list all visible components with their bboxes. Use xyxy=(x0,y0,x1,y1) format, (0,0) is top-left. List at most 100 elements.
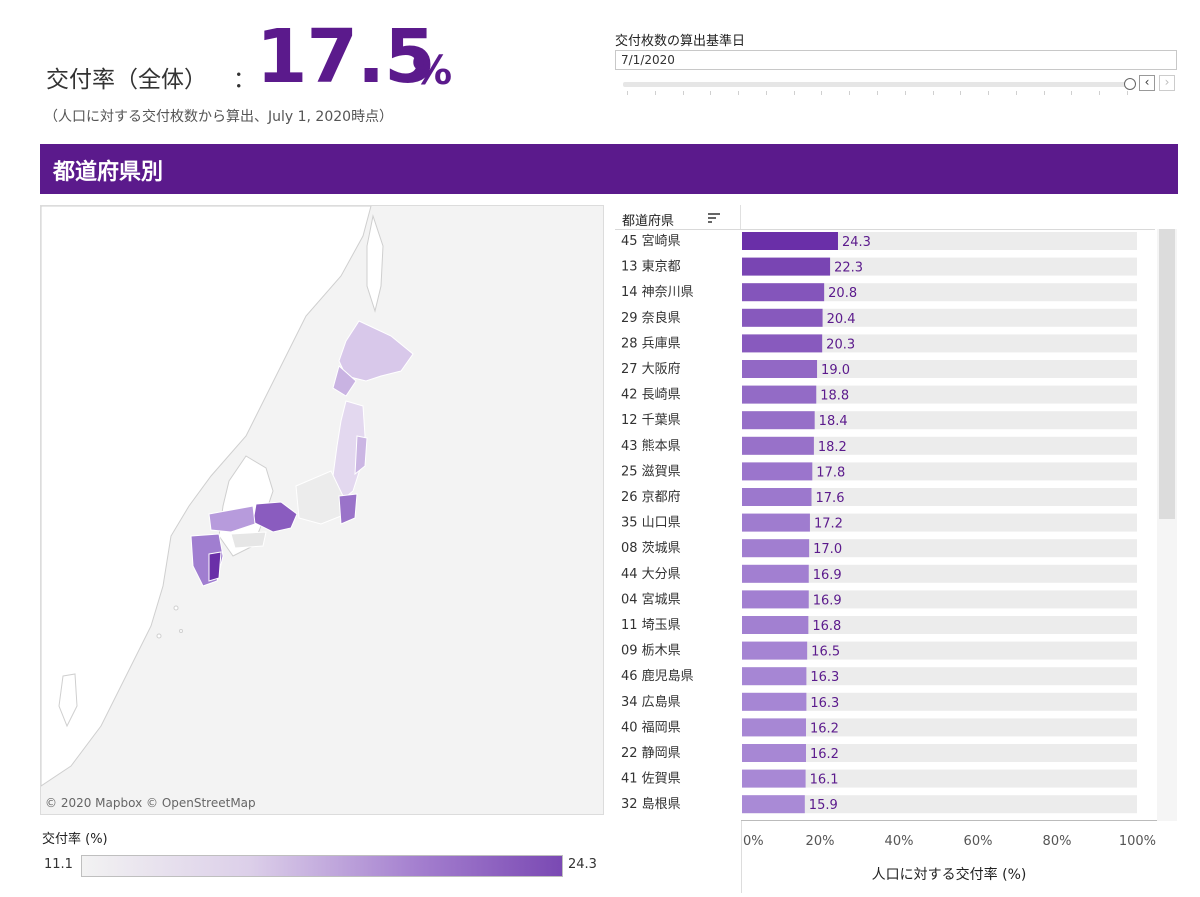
sakhalin xyxy=(366,214,384,313)
slider-tick xyxy=(627,91,628,95)
slider-tick xyxy=(1071,91,1073,95)
chevron-right-icon: › xyxy=(1164,75,1170,89)
category-label: 42 長崎県 xyxy=(621,388,681,403)
miyazaki xyxy=(208,551,222,582)
legend-title: 交付率 (%) xyxy=(42,832,108,847)
value-label: 20.8 xyxy=(828,286,857,301)
kpi-colon: ： xyxy=(233,67,256,93)
slider-tick xyxy=(1127,91,1128,95)
bar xyxy=(742,360,818,378)
value-label: 16.9 xyxy=(813,568,842,583)
category-label: 28 兵庫県 xyxy=(621,336,681,351)
bar xyxy=(742,641,808,660)
shikoku xyxy=(230,531,267,549)
value-label: 16.5 xyxy=(811,645,840,660)
map-attribution[interactable]: © 2020 Mapbox © OpenStreetMap xyxy=(45,796,256,810)
category-label: 35 山口県 xyxy=(621,516,681,531)
bar xyxy=(742,795,805,814)
value-label: 16.2 xyxy=(810,747,839,762)
value-label: 17.0 xyxy=(813,542,842,557)
slider-tick xyxy=(765,91,767,95)
island xyxy=(179,629,183,633)
header-divider xyxy=(740,205,741,229)
bar xyxy=(742,667,807,686)
bar xyxy=(742,718,806,737)
prev-date-button[interactable]: ‹ xyxy=(1139,75,1155,91)
kanto xyxy=(338,493,358,525)
x-tick-label: 40% xyxy=(885,834,914,849)
slider-tick xyxy=(738,91,740,95)
bar xyxy=(742,462,813,481)
section-banner xyxy=(40,144,1178,194)
bar xyxy=(742,692,807,711)
category-label: 40 福岡県 xyxy=(621,720,681,735)
slider-tick xyxy=(1099,91,1101,95)
value-label: 16.9 xyxy=(813,593,842,608)
bar xyxy=(742,411,815,430)
bar xyxy=(742,257,831,276)
slider-tick xyxy=(877,91,878,95)
category-label: 29 奈良県 xyxy=(621,310,681,326)
slider-tick xyxy=(849,91,851,95)
island xyxy=(173,605,179,611)
category-label: 22 静岡県 xyxy=(621,746,681,761)
bar xyxy=(742,488,812,506)
x-axis-ticks: 0% 20% 40% 60% 80% 100% xyxy=(743,834,1156,849)
bar xyxy=(742,436,814,455)
legend-min: 11.1 xyxy=(44,857,73,872)
choropleth-map[interactable] xyxy=(40,205,604,815)
slider-tick xyxy=(1015,91,1017,95)
x-axis-line xyxy=(741,820,1157,821)
hokkaido xyxy=(338,320,414,382)
category-label: 43 熊本県 xyxy=(621,438,681,454)
category-label: 11 埼玉県 xyxy=(621,618,681,633)
kpi-unit: % xyxy=(412,48,453,94)
category-label: 46 鹿児島県 xyxy=(621,668,694,684)
category-label: 34 広島県 xyxy=(621,695,681,710)
value-label: 16.1 xyxy=(810,773,839,788)
legend-gradient xyxy=(81,855,563,877)
bar xyxy=(742,334,823,353)
x-tick-label: 100% xyxy=(1119,834,1156,849)
value-label: 20.4 xyxy=(827,312,856,327)
chevron-left-icon: ‹ xyxy=(1144,75,1150,89)
kpi-label: 交付率（全体） xyxy=(46,67,207,93)
chart-header-prefecture: 都道府県 xyxy=(622,214,675,229)
value-label: 19.0 xyxy=(821,363,850,378)
bar xyxy=(742,232,838,250)
x-tick-label: 0% xyxy=(743,834,764,849)
value-label: 15.9 xyxy=(809,798,838,813)
slider-tick xyxy=(654,91,656,95)
x-tick-label: 80% xyxy=(1043,834,1072,849)
category-label: 25 滋賀県 xyxy=(621,464,681,479)
slider-tick xyxy=(988,91,990,95)
category-label: 27 大阪府 xyxy=(621,362,681,377)
bar-chart: 45 宮崎県 24.3 13 東京都 22.3 14 神奈川県 20.8 29 奈良県 20.… xyxy=(621,232,1137,814)
x-tick-label: 60% xyxy=(964,834,993,849)
date-slider-thumb[interactable] xyxy=(1124,78,1136,90)
date-slider-track[interactable] xyxy=(623,82,1131,87)
kpi-subtitle: （人口に対する交付枚数から算出、July 1, 2020時点） xyxy=(44,109,394,125)
value-label: 17.6 xyxy=(816,491,845,506)
slider-tick xyxy=(682,91,684,95)
next-date-button[interactable]: › xyxy=(1159,75,1175,91)
bar xyxy=(742,539,810,558)
kpi-value: 17.5 xyxy=(256,14,436,100)
category-label: 04 宮城県 xyxy=(621,591,681,607)
value-label: 17.2 xyxy=(814,517,843,532)
chart-scroll-thumb[interactable] xyxy=(1159,229,1175,519)
map-svg xyxy=(41,206,414,787)
value-label: 18.4 xyxy=(819,414,848,429)
value-label: 24.3 xyxy=(842,235,871,250)
tohoku-east xyxy=(354,435,368,476)
value-label: 16.3 xyxy=(810,696,839,711)
sort-icon[interactable] xyxy=(707,211,721,225)
slider-tick xyxy=(793,91,795,95)
slider-tick xyxy=(821,91,823,95)
date-filter-input[interactable]: 7/1/2020 xyxy=(615,50,1177,70)
bar xyxy=(742,769,806,788)
bar xyxy=(742,564,809,583)
value-label: 16.8 xyxy=(812,619,841,634)
value-label: 16.2 xyxy=(810,721,839,736)
slider-tick xyxy=(932,91,934,95)
